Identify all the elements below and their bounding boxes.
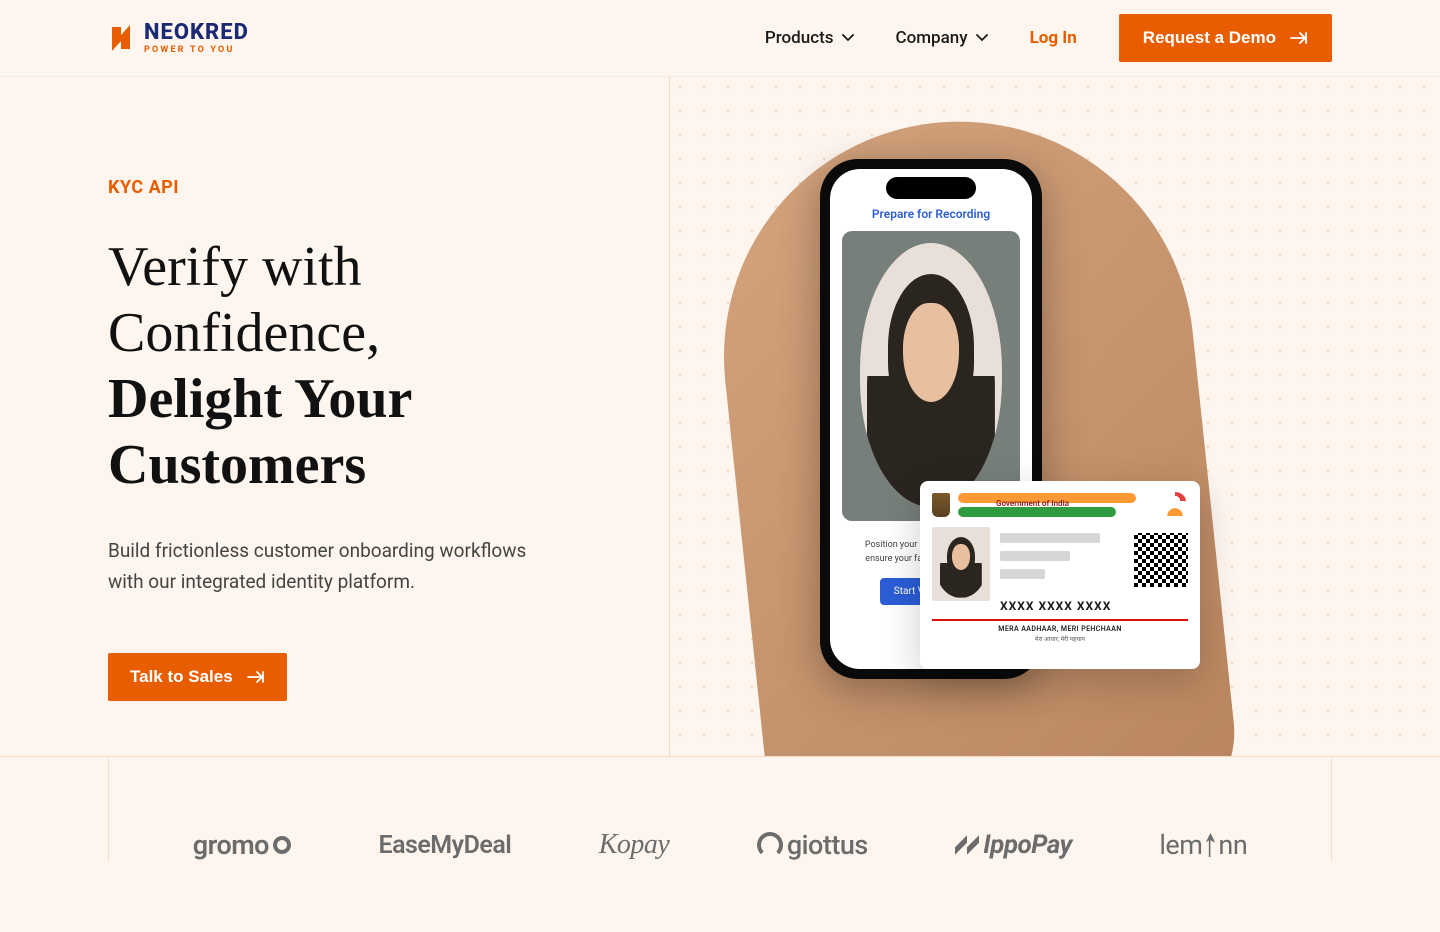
partner-ippopay-logo: IppoPay: [955, 830, 1072, 860]
brand-tagline: POWER TO YOU: [144, 46, 249, 55]
hero-copy: KYC API Verify with Confidence, Delight …: [0, 77, 670, 756]
detail-line-placeholder: [1000, 533, 1100, 543]
aadhaar-photo: [932, 527, 990, 601]
aadhaar-details: XXXX XXXX XXXX: [1000, 527, 1124, 613]
aadhaar-header-label: Government of India: [996, 499, 1069, 508]
main-nav: Products Company Log In Request a Demo: [765, 14, 1332, 62]
aadhaar-tagline-hi: मेरा आधार, मेरी पहचान: [932, 635, 1188, 643]
nav-company[interactable]: Company: [896, 28, 988, 48]
aadhaar-card: Government of India XXXX XXXX XXXX MERA …: [920, 481, 1200, 669]
aadhaar-tagline-en: MERA AADHAAR, MERI PEHCHAAN: [932, 625, 1188, 633]
gromo-dot-icon: [273, 836, 291, 854]
talk-to-sales-label: Talk to Sales: [130, 667, 233, 687]
request-demo-button[interactable]: Request a Demo: [1119, 14, 1332, 62]
arrow-right-icon: [247, 670, 265, 684]
selfie-oval: [860, 243, 1002, 507]
aadhaar-footer: MERA AADHAAR, MERI PEHCHAAN मेरा आधार, म…: [932, 619, 1188, 643]
chevron-down-icon: [976, 34, 988, 42]
hero-headline-bold: Delight Your Customers: [108, 368, 411, 496]
phone-app-title: Prepare for Recording: [842, 207, 1020, 221]
detail-line-placeholder: [1000, 551, 1070, 561]
partner-easemydeal-logo: EaseMyDeal: [378, 831, 511, 860]
india-emblem-icon: [932, 493, 950, 517]
arrow-right-icon: [1290, 31, 1308, 45]
site-header: NEOKRED POWER TO YOU Products Company Lo…: [0, 0, 1440, 77]
hero-eyebrow: KYC API: [108, 177, 631, 198]
nav-products[interactable]: Products: [765, 28, 854, 48]
talk-to-sales-button[interactable]: Talk to Sales: [108, 653, 287, 701]
nav-products-label: Products: [765, 28, 834, 48]
aadhaar-header: Government of India: [932, 491, 1188, 519]
request-demo-label: Request a Demo: [1143, 28, 1276, 48]
partner-kopay-logo: Kopay: [599, 829, 670, 861]
hero-headline: Verify with Confidence, Delight Your Cus…: [108, 234, 631, 498]
aadhaar-logo-icon: [1162, 494, 1188, 516]
selfie-face-graphic: [867, 269, 995, 507]
lemonn-plant-icon: [1202, 833, 1218, 857]
detail-line-placeholder: [1000, 569, 1045, 579]
partner-giottus-logo: giottus: [757, 829, 868, 861]
tricolor-stripes-icon: Government of India: [958, 493, 1154, 517]
brand-logo-mark-icon: [108, 21, 134, 55]
hero-illustration: Prepare for Recording Position your face…: [670, 77, 1440, 756]
hero-section: KYC API Verify with Confidence, Delight …: [0, 77, 1440, 757]
partner-lemonn-logo: lemnn: [1159, 829, 1247, 861]
aadhaar-number: XXXX XXXX XXXX: [1000, 599, 1124, 613]
brand-name: NEOKRED: [144, 22, 249, 44]
login-link[interactable]: Log In: [1030, 28, 1077, 48]
aadhaar-photo-face-graphic: [940, 535, 982, 598]
ippopay-arrows-icon: [955, 833, 979, 857]
brand-logo[interactable]: NEOKRED POWER TO YOU: [108, 21, 249, 55]
nav-company-label: Company: [896, 28, 968, 48]
partner-logos: gromo EaseMyDeal Kopay giottus IppoPay l…: [108, 757, 1332, 861]
hero-headline-light: Verify with Confidence,: [108, 236, 380, 364]
giottus-ring-icon: [757, 832, 783, 858]
phone-notch-icon: [886, 177, 976, 199]
hero-subhead: Build frictionless customer onboarding w…: [108, 536, 558, 597]
brand-logo-text: NEOKRED POWER TO YOU: [144, 22, 249, 55]
partner-gromo-logo: gromo: [193, 829, 291, 861]
chevron-down-icon: [842, 34, 854, 42]
selfie-frame: [842, 231, 1020, 521]
aadhaar-body: XXXX XXXX XXXX: [932, 527, 1188, 613]
qr-code-icon: [1134, 533, 1188, 587]
